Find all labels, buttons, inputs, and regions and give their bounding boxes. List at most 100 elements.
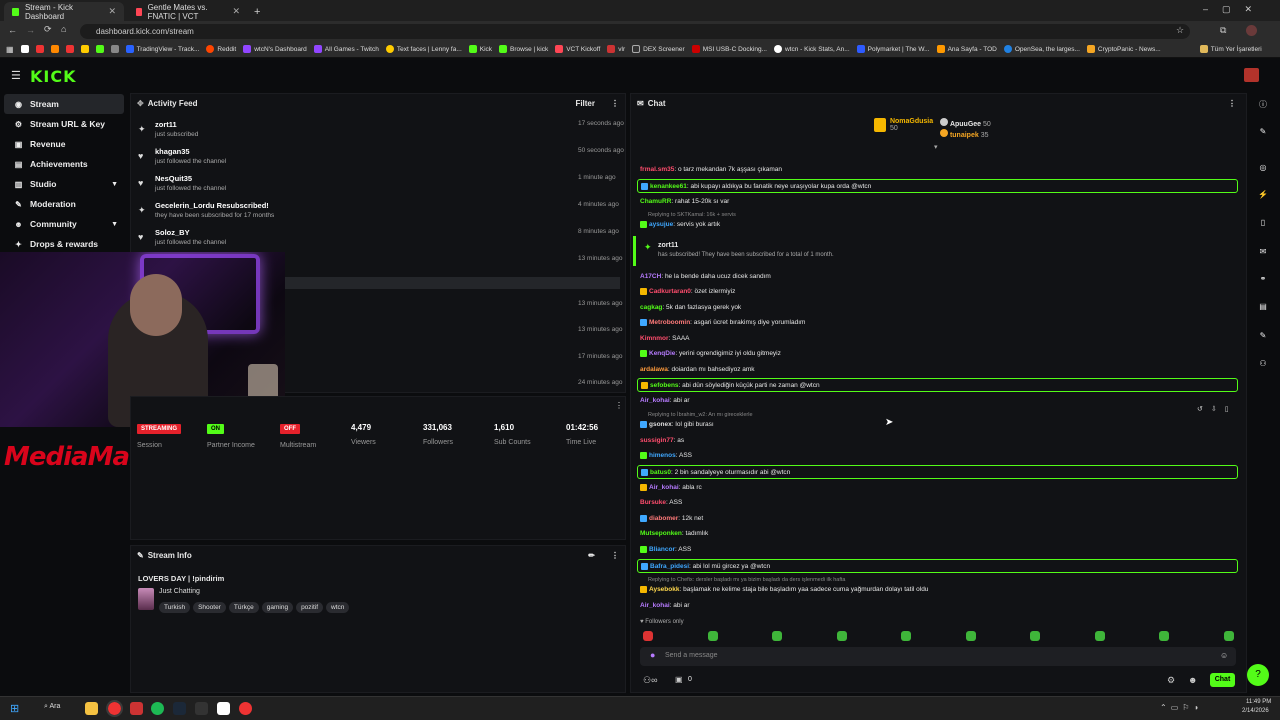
chat-message[interactable]: Bliancor: ASS bbox=[639, 543, 1237, 557]
taskbar-search[interactable]: ⌕ Ara bbox=[44, 703, 60, 711]
activity-user[interactable]: zort11 bbox=[155, 120, 177, 129]
stream-category[interactable]: Just Chatting bbox=[159, 588, 200, 595]
bookmark-item[interactable]: Kick bbox=[468, 45, 492, 53]
gifter-name[interactable]: ApuuGee bbox=[950, 121, 981, 128]
more-options-icon[interactable]: ⋮ bbox=[1228, 99, 1236, 108]
bookmark-item[interactable]: All Games - Twitch bbox=[313, 45, 379, 53]
delete-icon[interactable]: ▯ bbox=[1225, 406, 1237, 413]
browser-tab-active[interactable]: Stream - Kick Dashboard ✕ bbox=[4, 2, 124, 21]
bookmark-item[interactable]: vlr bbox=[607, 45, 625, 53]
chat-message[interactable]: himenos: ASS bbox=[639, 449, 1237, 463]
activity-item[interactable]: ✦ zort11 just subscribed 17 seconds ago bbox=[138, 118, 624, 144]
emote-icon[interactable] bbox=[1223, 631, 1234, 641]
tag[interactable]: pozitif bbox=[296, 602, 324, 613]
bookmark-item[interactable]: Ana Sayfa - TOD bbox=[936, 45, 997, 53]
apps-icon[interactable]: ▦ bbox=[6, 45, 14, 54]
bolt-icon[interactable]: ⚡ bbox=[1256, 190, 1270, 204]
drag-handle-icon[interactable]: ✥ bbox=[137, 99, 144, 108]
pen-icon[interactable]: ✎ bbox=[1256, 127, 1270, 141]
extensions-icon[interactable]: ⧉ bbox=[1220, 25, 1226, 36]
chat-username[interactable]: Metroboomin bbox=[649, 319, 690, 326]
camera-icon[interactable]: ◎ bbox=[1256, 163, 1270, 177]
phone-icon[interactable]: ▯ bbox=[1256, 218, 1270, 232]
send-chat-button[interactable]: Chat bbox=[1210, 673, 1235, 687]
sidebar-item-stream-url-key[interactable]: ⚙ Stream URL & Key bbox=[4, 114, 124, 134]
close-tab-icon[interactable]: ✕ bbox=[232, 6, 240, 17]
bookmark-item[interactable]: wtcN's Dashboard bbox=[243, 45, 307, 53]
chat-username[interactable]: batus0 bbox=[650, 469, 671, 476]
chat-username[interactable]: Kimnmor bbox=[640, 335, 669, 342]
mic-icon[interactable]: ● bbox=[650, 650, 655, 660]
chat-message[interactable]: KenqDie: yerini ogrendigimiz iyi oldu gi… bbox=[639, 347, 1237, 361]
app-icon[interactable] bbox=[130, 702, 143, 715]
window-controls[interactable]: –▢✕ bbox=[1203, 4, 1266, 15]
chat-username[interactable]: kenankee61 bbox=[650, 183, 687, 190]
chat-message[interactable]: A17CH: he la bende daha ucuz dicek sandı… bbox=[639, 270, 1237, 284]
info-icon[interactable]: ⓘ bbox=[1256, 99, 1270, 113]
emote-icon[interactable] bbox=[707, 631, 718, 641]
tag[interactable]: Shooter bbox=[193, 602, 226, 613]
chat-message[interactable]: Bursuke: ASS bbox=[639, 496, 1237, 510]
chat-message[interactable]: Air_kohai: abla rc bbox=[639, 481, 1237, 495]
settings-icon[interactable]: ⚙ bbox=[1167, 675, 1175, 686]
bookmark-item[interactable]: VCT Kickoff bbox=[555, 45, 600, 53]
chat-message[interactable]: ChamuRR: rahat 15-20k sı var bbox=[639, 195, 1237, 209]
wrench-icon[interactable]: ✎ bbox=[1256, 331, 1270, 345]
chat-message[interactable]: ardalawa: doiardan mı bahsediyoz amk bbox=[639, 363, 1237, 377]
chat-message[interactable]: Bafra_pidesi: abi lol mü gircez ya @wtcn bbox=[637, 559, 1238, 573]
filter-button[interactable]: Filter bbox=[575, 99, 595, 108]
chat-message[interactable]: batus0: 2 bin sandalyeye oturmasıdır abi… bbox=[637, 465, 1238, 479]
emote-icon[interactable] bbox=[1030, 631, 1040, 641]
emote-icon[interactable] bbox=[1159, 631, 1169, 641]
bookmark-item[interactable]: TradingView - Track... bbox=[125, 45, 199, 53]
emote-icon[interactable] bbox=[901, 631, 911, 641]
chat-message[interactable]: kenankee61: abi kupayı aldıkya bu fanati… bbox=[637, 179, 1238, 193]
activity-user[interactable]: Soloz_BY bbox=[155, 228, 190, 237]
chevron-down-icon[interactable]: ▾ bbox=[934, 143, 938, 151]
chat-username[interactable]: A17CH bbox=[640, 273, 661, 280]
chat-icon[interactable]: ✉ bbox=[1256, 247, 1270, 261]
emote-icon[interactable] bbox=[965, 631, 976, 641]
chat-username[interactable]: ChamuRR bbox=[640, 198, 671, 205]
chat-username[interactable]: Bafra_pidesi bbox=[650, 563, 689, 570]
activity-item[interactable]: ♥ Soloz_BY just followed the channel 8 minu… bbox=[138, 226, 619, 252]
activity-user[interactable]: NesQuit35 bbox=[155, 174, 192, 183]
bookmark-item[interactable]: Polymarket | The W... bbox=[856, 45, 930, 53]
chat-username[interactable]: Air_kohai bbox=[640, 602, 670, 609]
more-options-icon[interactable]: ⋮ bbox=[611, 551, 619, 560]
reply-icon[interactable]: ↺ bbox=[1197, 406, 1211, 413]
bookmark-item[interactable]: OpenSea, the larges... bbox=[1003, 45, 1080, 53]
sidebar-item-moderation[interactable]: ✎ Moderation bbox=[4, 194, 124, 214]
kick-logo[interactable]: KICK bbox=[30, 67, 77, 86]
users-icon[interactable]: ☻ bbox=[1188, 675, 1197, 685]
activity-item[interactable]: ✦ Gecelerin_Lordu Resubscribed! they have … bbox=[138, 199, 619, 225]
edit-icon[interactable]: ✏ bbox=[588, 551, 595, 560]
gifter-name[interactable]: tunaipek bbox=[950, 132, 979, 139]
chat-username[interactable]: Mutseponken bbox=[640, 530, 682, 537]
chat-message[interactable]: aysujue: servis yok artık bbox=[639, 218, 1237, 232]
spotify-icon[interactable] bbox=[151, 702, 164, 715]
system-tray[interactable]: ⌃▭⚐◑ bbox=[1160, 703, 1202, 712]
chat-username[interactable]: Air_kohai bbox=[640, 397, 670, 404]
activity-item[interactable]: ♥ NesQuit35 just followed the channel 1 min… bbox=[138, 172, 618, 198]
emote-icon[interactable] bbox=[1094, 631, 1105, 641]
chat-input[interactable]: ● Send a message ☺ bbox=[640, 647, 1236, 666]
bookmark-star-icon[interactable]: ☆ bbox=[1176, 25, 1184, 36]
category-thumbnail[interactable] bbox=[138, 588, 154, 610]
app-icon[interactable] bbox=[217, 702, 230, 715]
gifter-name[interactable]: NomaGdusia bbox=[890, 118, 933, 125]
chat-message[interactable]: Mutseponken: tadımlık bbox=[639, 527, 1237, 541]
more-options-icon[interactable]: ⋮ bbox=[615, 401, 623, 410]
bookmark-item[interactable]: wtcn - Kick Stats, An... bbox=[773, 45, 850, 53]
forward-icon[interactable]: → bbox=[26, 25, 35, 35]
bookmark-item[interactable]: Text faces | Lenny fa... bbox=[385, 45, 462, 53]
new-tab-icon[interactable]: + bbox=[254, 6, 260, 18]
chat-username[interactable]: Aysebokk bbox=[649, 586, 679, 593]
chat-username[interactable]: sefobens bbox=[650, 382, 679, 389]
chat-username[interactable]: KenqDie bbox=[649, 350, 675, 357]
chat-username[interactable]: aysujue bbox=[649, 221, 673, 228]
chat-message[interactable]: Cadkurtaran0: özet izlermiyiz bbox=[639, 285, 1237, 299]
chat-username[interactable]: Cadkurtaran0 bbox=[649, 288, 691, 295]
chat-message[interactable]: diabomer: 12k net bbox=[639, 512, 1237, 526]
emoji-icon[interactable]: ☺ bbox=[1220, 651, 1228, 660]
